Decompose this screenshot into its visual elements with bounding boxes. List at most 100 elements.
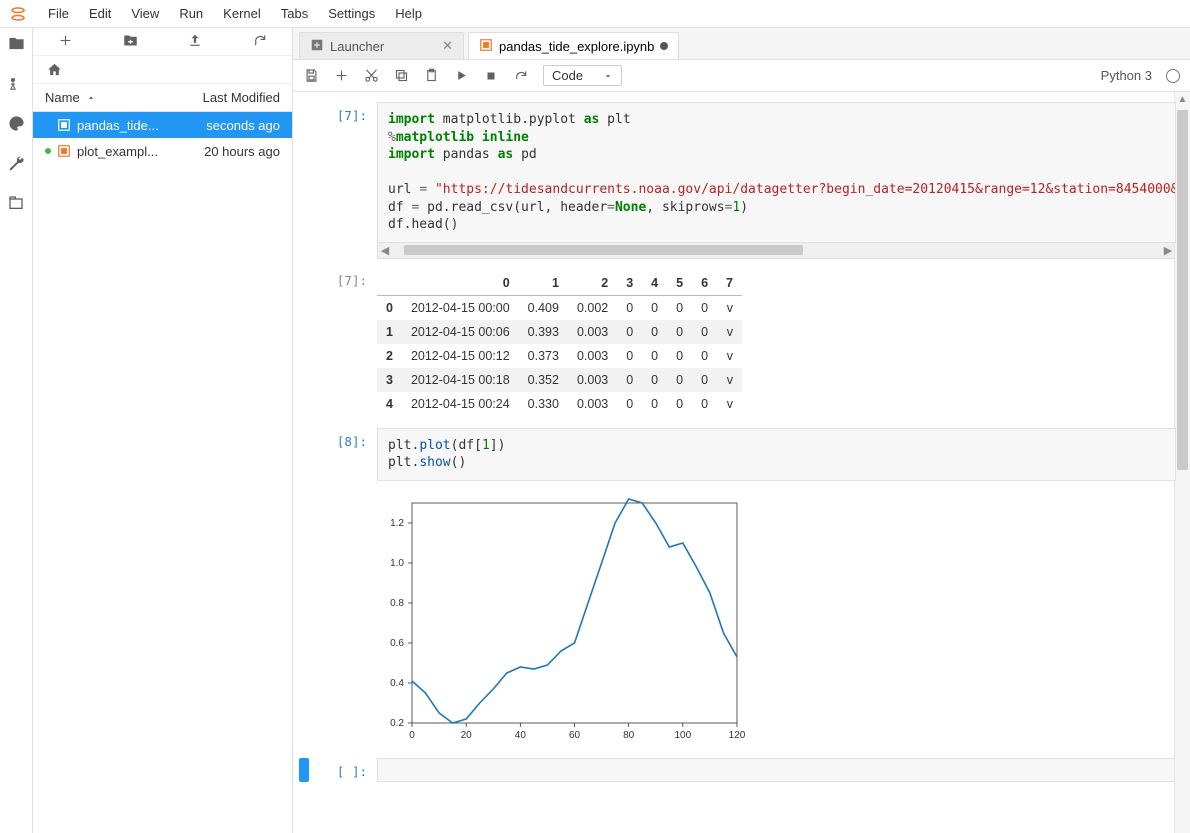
upload-button[interactable] [185,33,205,50]
new-launcher-button[interactable] [55,34,75,50]
menubar: FileEditViewRunKernelTabsSettingsHelp [0,0,1190,28]
tab-launcher[interactable]: Launcher ✕ [299,32,464,59]
menu-file[interactable]: File [38,2,79,25]
dirty-indicator [660,42,668,50]
notebook-icon [479,38,493,55]
svg-text:120: 120 [729,730,746,741]
celltype-label: Code [552,68,583,83]
menu-run[interactable]: Run [169,2,213,25]
cell-body: import matplotlib.pyplot as plt %matplot… [377,102,1176,259]
activity-bar [0,28,33,833]
svg-text:80: 80 [623,730,635,741]
menu-settings[interactable]: Settings [318,2,385,25]
paste-button[interactable] [423,68,439,84]
filebrowser: Name Last Modified pandas_tide... seconds… [33,28,293,833]
copy-button[interactable] [393,68,409,84]
restart-button[interactable] [513,68,529,84]
new-folder-button[interactable] [120,33,140,51]
svg-text:0.8: 0.8 [390,598,404,609]
save-button[interactable] [303,68,319,84]
filebrowser-header[interactable]: Name Last Modified [33,84,292,112]
cell-gutter [299,102,309,259]
file-modified: seconds ago [206,118,280,133]
file-name: pandas_tide... [77,118,159,133]
menu-tabs[interactable]: Tabs [271,2,318,25]
cell-prompt: [ ]: [309,758,377,782]
folder-icon[interactable] [7,34,25,52]
file-name: plot_exampl... [77,144,158,159]
cell[interactable]: [7]:import matplotlib.pyplot as plt %mat… [299,102,1176,259]
line-chart: 0 20 40 60 80 100 120 0.2 0.4 0.6 0.8 1.0 1.2 [377,495,747,747]
cell-body: plt.plot(df[1]) plt.show() [377,428,1176,481]
svg-text:1.0: 1.0 [390,558,404,569]
notebook-toolbar: Code Python 3 [293,60,1190,92]
refresh-button[interactable] [250,33,270,50]
cell-output: [7]:0123456702012-04-15 00:000.4090.0020… [299,267,1176,420]
running-icon[interactable] [7,74,25,92]
output-prompt: [7]: [309,267,377,420]
cell-body [377,758,1176,782]
add-cell-button[interactable] [333,68,349,84]
run-button[interactable] [453,68,469,84]
filebrowser-toolbar [33,28,292,56]
file-modified: 20 hours ago [204,144,280,159]
cut-button[interactable] [363,68,379,84]
sort-asc-icon [86,93,96,103]
cell-prompt: [7]: [309,102,377,259]
notebook: ▲ [7]:import matplotlib.pyplot as plt %m… [293,92,1190,833]
close-icon[interactable]: ✕ [442,38,453,54]
file-row[interactable]: pandas_tide... seconds ago [33,112,292,138]
filebrowser-col-name: Name [45,90,80,105]
tab-label: pandas_tide_explore.ipynb [499,39,654,54]
home-icon [47,62,62,77]
menu: FileEditViewRunKernelTabsSettingsHelp [38,2,432,25]
cell-gutter [299,428,309,481]
svg-text:0.4: 0.4 [390,678,404,689]
code-input[interactable]: plt.plot(df[1]) plt.show() [377,428,1176,481]
vertical-scrollbar[interactable]: ▲ [1174,92,1190,833]
tabbar: Launcher ✕ pandas_tide_explore.ipynb [293,28,1190,60]
kernel-running-indicator [45,148,51,154]
svg-text:60: 60 [569,730,581,741]
horizontal-scrollbar[interactable]: ◀▶ [377,243,1176,259]
svg-text:0: 0 [409,730,415,741]
svg-text:20: 20 [461,730,473,741]
file-list: pandas_tide... seconds ago plot_exampl... 2… [33,112,292,833]
cell[interactable]: [8]:plt.plot(df[1]) plt.show() [299,428,1176,481]
menu-view[interactable]: View [121,2,169,25]
menu-kernel[interactable]: Kernel [213,2,271,25]
menu-help[interactable]: Help [385,2,432,25]
kernel-running-indicator [45,122,51,128]
svg-text:1.2: 1.2 [390,518,404,529]
cell-prompt: [8]: [309,428,377,481]
kernel-name[interactable]: Python 3 [1101,68,1152,83]
menu-edit[interactable]: Edit [79,2,121,25]
svg-text:0.2: 0.2 [390,718,404,729]
svg-text:0.6: 0.6 [390,638,404,649]
workarea: Launcher ✕ pandas_tide_explore.ipynb Code … [293,28,1190,833]
scrollbar-thumb[interactable] [404,245,803,255]
launcher-icon [310,38,324,55]
palette-icon[interactable] [7,114,25,132]
tabs-icon[interactable] [7,194,25,212]
code-input[interactable] [377,758,1176,782]
chevron-down-icon [603,71,613,81]
svg-text:100: 100 [674,730,691,741]
svg-text:40: 40 [515,730,527,741]
stop-button[interactable] [483,68,499,84]
celltype-select[interactable]: Code [543,65,622,86]
scroll-up-icon[interactable]: ▲ [1175,92,1190,108]
breadcrumb[interactable] [33,56,292,84]
cell[interactable]: [ ]: [299,758,1176,782]
cell-gutter [299,758,309,782]
notebook-icon [57,118,71,132]
file-row[interactable]: plot_exampl... 20 hours ago [33,138,292,164]
code-input[interactable]: import matplotlib.pyplot as plt %matplot… [377,102,1176,243]
scrollbar-thumb[interactable] [1177,110,1188,470]
notebook-icon [57,144,71,158]
wrench-icon[interactable] [7,154,25,172]
filebrowser-col-modified: Last Modified [203,90,280,105]
tab-notebook[interactable]: pandas_tide_explore.ipynb [468,32,679,59]
kernel-indicator[interactable] [1166,69,1180,83]
tab-label: Launcher [330,39,384,54]
